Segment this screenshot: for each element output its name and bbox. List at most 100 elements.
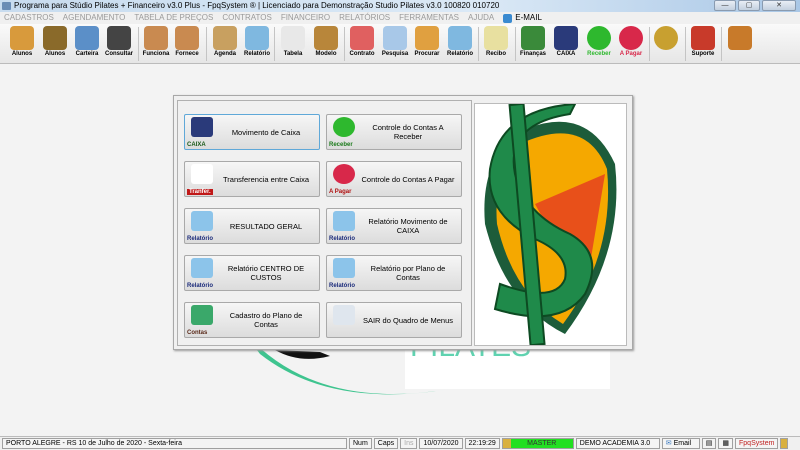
status-brand: FpqSystem — [735, 438, 779, 449]
toolbar-button-receber-17[interactable]: Receber — [583, 26, 615, 62]
menu-ajuda[interactable]: AJUDA — [468, 12, 494, 24]
button-label: Movimento de Caixa — [231, 127, 301, 137]
icon-caption: Relatório — [329, 236, 356, 242]
finance-logo-image — [474, 102, 627, 347]
menu-email[interactable]: E-MAIL — [503, 12, 542, 24]
button-icon: Relatório — [329, 257, 359, 289]
toolbar-button-carteira-2[interactable]: Carteira — [71, 26, 103, 62]
toolbar-icon — [43, 26, 67, 50]
toolbar-separator — [344, 27, 345, 61]
minimize-button[interactable]: — — [714, 0, 736, 11]
icon-caption: Tranfer. — [187, 189, 213, 195]
button-panel: CAIXA Movimento de Caixa Receber Controle d… — [177, 100, 472, 346]
toolbar-button-relat-rio-13[interactable]: Relatório — [444, 26, 476, 62]
toolbar-separator — [138, 27, 139, 61]
toolbar-button-alunos-1[interactable]: Alunos — [39, 26, 71, 62]
toolbar-label: Relatório — [446, 51, 473, 57]
menu-button-controle-do-contas-a-receber[interactable]: Receber Controle do Contas A Receber — [326, 114, 462, 150]
menu-button-relat-rio-movimento-de-caixa[interactable]: Relatório Relatório Movimento de CAIXA — [326, 208, 462, 244]
menu-tabela-de-pre-os[interactable]: TABELA DE PREÇOS — [134, 12, 213, 24]
toolbar-separator — [515, 27, 516, 61]
info-icon[interactable] — [780, 438, 789, 449]
button-icon: Receber — [329, 116, 359, 148]
button-label: Transferencia entre Caixa — [222, 174, 309, 184]
button-label: Relatório por Plano de Contas — [370, 264, 446, 282]
toolbar-button-pesquisa-11[interactable]: Pesquisa — [379, 26, 411, 62]
button-icon: Contas — [187, 304, 217, 336]
button-icon: CAIXA — [187, 116, 217, 148]
toolbar-icon — [521, 26, 545, 50]
user-icon — [502, 439, 511, 448]
menu-button-relat-rio-centro-de-custos[interactable]: Relatório Relatório CENTRO DE CUSTOS — [184, 255, 320, 291]
toolbar-label: Recibo — [485, 51, 506, 57]
button-icon: Tranfer. — [187, 163, 217, 195]
toolbar-label: Modelo — [315, 51, 337, 57]
toolbar-button-suporte-20[interactable]: Suporte — [687, 26, 719, 62]
menu-button-relat-rio-por-plano-de-contas[interactable]: Relatório Relatório por Plano de Contas — [326, 255, 462, 291]
toolbar-button-modelo-9[interactable]: Modelo — [310, 26, 342, 62]
toolbar-button-contrato-10[interactable]: Contrato — [346, 26, 378, 62]
button-icon: Relatório — [329, 210, 359, 242]
status-date: 10/07/2020 — [419, 438, 463, 449]
toolbar-label: Carteira — [75, 51, 99, 57]
menu-financeiro[interactable]: FINANCEIRO — [281, 12, 330, 24]
toolbar-button-recibo-14[interactable]: Recibo — [480, 26, 512, 62]
toolbar-icon — [448, 26, 472, 50]
icon-caption: Relatório — [187, 236, 214, 242]
menu-button-transferencia-entre-caixa[interactable]: Tranfer. Transferencia entre Caixa — [184, 161, 320, 197]
toolbar-icon — [75, 26, 99, 50]
toolbar-icon — [691, 26, 715, 50]
menu-bar: CADASTROS AGENDAMENTO TABELA DE PREÇOS CONT… — [0, 12, 800, 24]
button-label: Controle do Contas A Pagar — [361, 174, 455, 184]
printer-icon[interactable]: ▤ — [701, 438, 717, 449]
maximize-button[interactable]: ▢ — [738, 0, 760, 11]
toolbar-button-procurar-12[interactable]: Procurar — [411, 26, 443, 62]
menu-button-controle-do-contas-a-pagar[interactable]: A Pagar Controle do Contas A Pagar — [326, 161, 462, 197]
email-label: Email — [673, 440, 692, 447]
toolbar-button-funciona-4[interactable]: Funciona — [140, 26, 172, 62]
toolbar-icon — [415, 26, 439, 50]
icon-caption: Receber — [329, 142, 353, 148]
toolbar-button-consultar-3[interactable]: Consultar — [103, 26, 135, 62]
menu-button-movimento-de-caixa[interactable]: CAIXA Movimento de Caixa — [184, 114, 320, 150]
toolbar-button-finan-as-15[interactable]: Finanças — [517, 26, 549, 62]
icon-caption: CAIXA — [187, 142, 206, 148]
button-icon: Relatório — [187, 257, 217, 289]
toolbar-label: Suporte — [691, 51, 715, 57]
menu-button-resultado-geral[interactable]: Relatório RESULTADO GERAL — [184, 208, 320, 244]
toolbar-separator — [721, 27, 722, 61]
toolbar-button-coin-19[interactable] — [650, 26, 682, 62]
toolbar-label: Contrato — [349, 51, 375, 57]
button-icon: A Pagar — [329, 163, 359, 195]
toolbar-button-tabela-8[interactable]: Tabela — [277, 26, 309, 62]
toolbar-button-caixa-16[interactable]: CAIXA — [550, 26, 582, 62]
toolbar-button-alunos-0[interactable]: Alunos — [6, 26, 38, 62]
toolbar-icon — [213, 26, 237, 50]
status-ins: Ins — [400, 438, 418, 449]
toolbar-icon — [144, 26, 168, 50]
toolbar-icon — [619, 26, 643, 50]
toolbar-button-relat-rio-7[interactable]: Relatório — [241, 26, 273, 62]
menu-contratos[interactable]: CONTRATOS — [222, 12, 271, 24]
toolbar-button-exit-21[interactable] — [724, 26, 756, 62]
menu-button-sair-do-quadro-de-menus[interactable]: SAIR do Quadro de Menus — [326, 302, 462, 338]
menu-button-cadastro-do-plano-de-contas[interactable]: Contas Cadastro do Plano de Contas — [184, 302, 320, 338]
icon-caption: Contas — [187, 330, 208, 336]
button-label: RESULTADO GERAL — [229, 221, 303, 231]
icon-caption: A Pagar — [329, 189, 352, 195]
button-label: SAIR do Quadro de Menus — [362, 315, 454, 325]
menu-relat-rios[interactable]: RELATÓRIOS — [339, 12, 390, 24]
status-num: Num — [349, 438, 372, 449]
menu-agendamento[interactable]: AGENDAMENTO — [63, 12, 126, 24]
calculator-icon[interactable]: ▦ — [718, 438, 734, 449]
toolbar-button-a-pagar-18[interactable]: A Pagar — [615, 26, 647, 62]
menu-cadastros[interactable]: CADASTROS — [4, 12, 54, 24]
menu-ferramentas[interactable]: FERRAMENTAS — [399, 12, 459, 24]
toolbar-label: Consultar — [104, 51, 133, 57]
toolbar: Alunos Alunos Carteira Consultar Funciona For… — [0, 24, 800, 64]
toolbar-button-fornece-5[interactable]: Fornece — [171, 26, 203, 62]
toolbar-separator — [478, 27, 479, 61]
status-email[interactable]: ✉ Email — [661, 438, 700, 449]
toolbar-button-agenda-6[interactable]: Agenda — [209, 26, 241, 62]
close-button[interactable]: ✕ — [762, 0, 796, 11]
